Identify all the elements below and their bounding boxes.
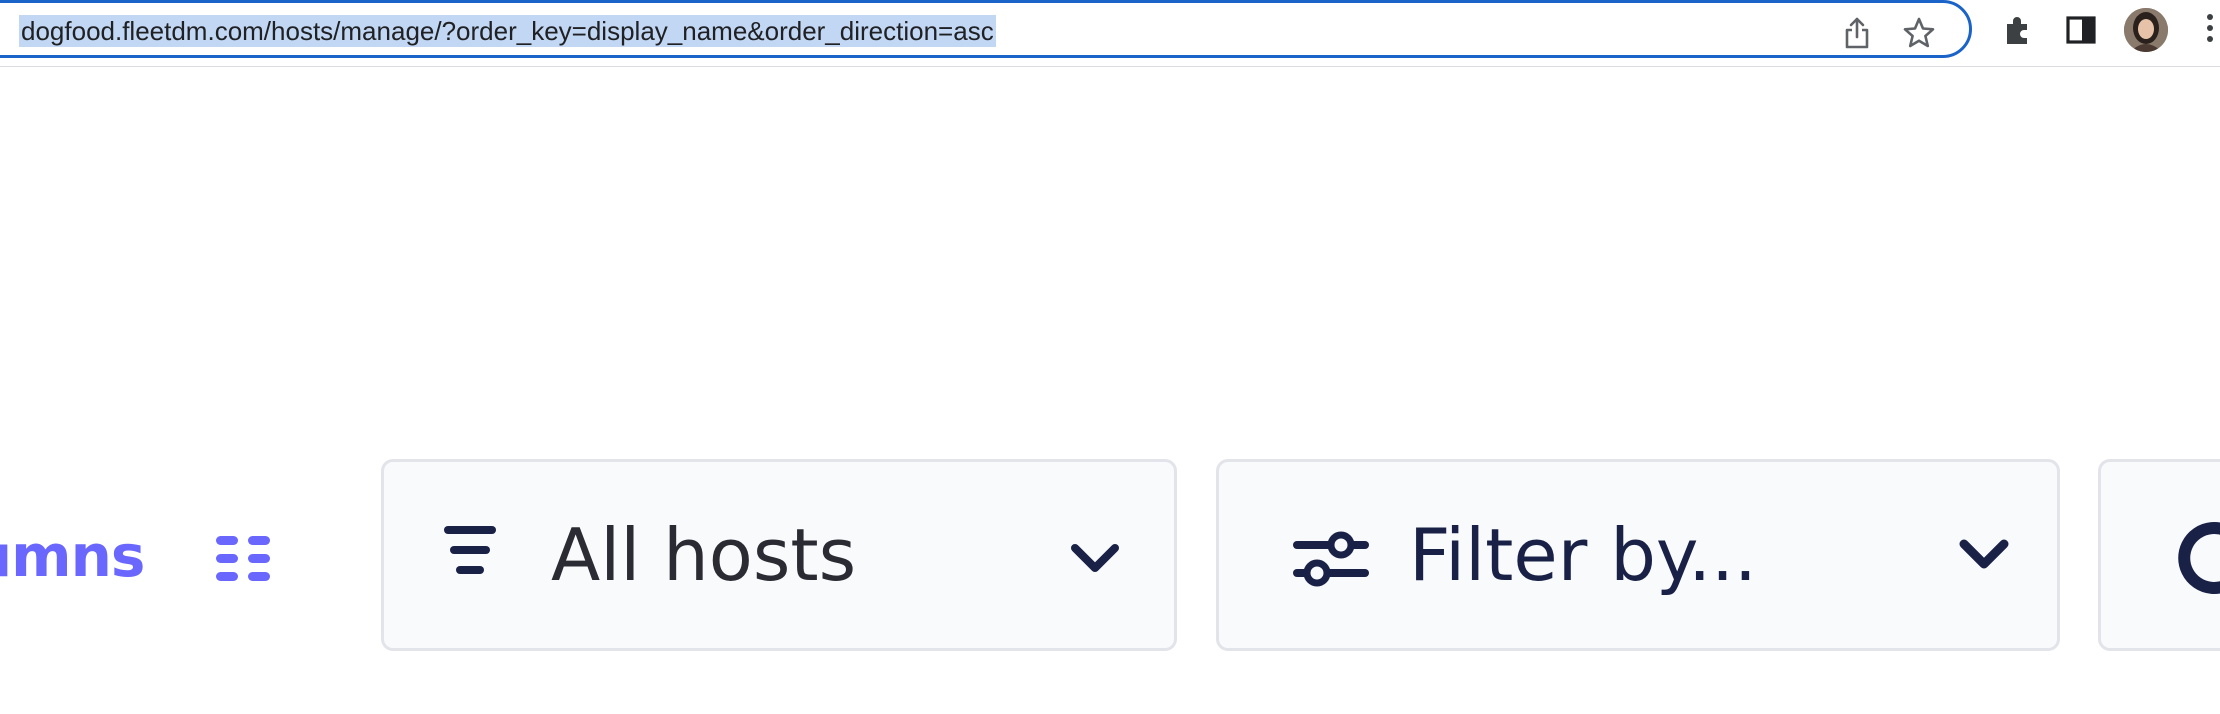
filter-lines-icon <box>444 526 496 574</box>
sliders-icon <box>1293 531 1369 587</box>
columns-grid-icon <box>216 536 270 581</box>
address-bar[interactable]: dogfood.fleetdm.com/hosts/manage/?order_… <box>0 0 1972 58</box>
third-toolbar-control[interactable] <box>2098 459 2220 651</box>
side-panel-icon[interactable] <box>2061 10 2101 50</box>
extensions-icon[interactable] <box>1998 10 2038 50</box>
host-status-dropdown[interactable]: All hosts <box>381 459 1177 651</box>
edit-columns-label: lumns <box>0 522 145 590</box>
chevron-down-icon <box>1071 544 1119 572</box>
host-status-dropdown-label: All hosts <box>551 513 857 597</box>
browser-toolbar: dogfood.fleetdm.com/hosts/manage/?order_… <box>0 0 2220 67</box>
profile-avatar[interactable] <box>2124 8 2168 52</box>
star-icon[interactable] <box>1901 15 1937 51</box>
label-filter-dropdown-label: Filter by... <box>1409 513 1757 597</box>
label-filter-dropdown[interactable]: Filter by... <box>1216 459 2060 651</box>
url-text[interactable]: dogfood.fleetdm.com/hosts/manage/?order_… <box>19 15 996 47</box>
edit-columns-button[interactable]: lumns <box>0 512 270 600</box>
share-icon[interactable] <box>1839 15 1875 51</box>
menu-icon[interactable] <box>2205 14 2215 46</box>
chevron-down-icon <box>1959 539 2009 569</box>
partial-icon <box>2178 522 2220 594</box>
